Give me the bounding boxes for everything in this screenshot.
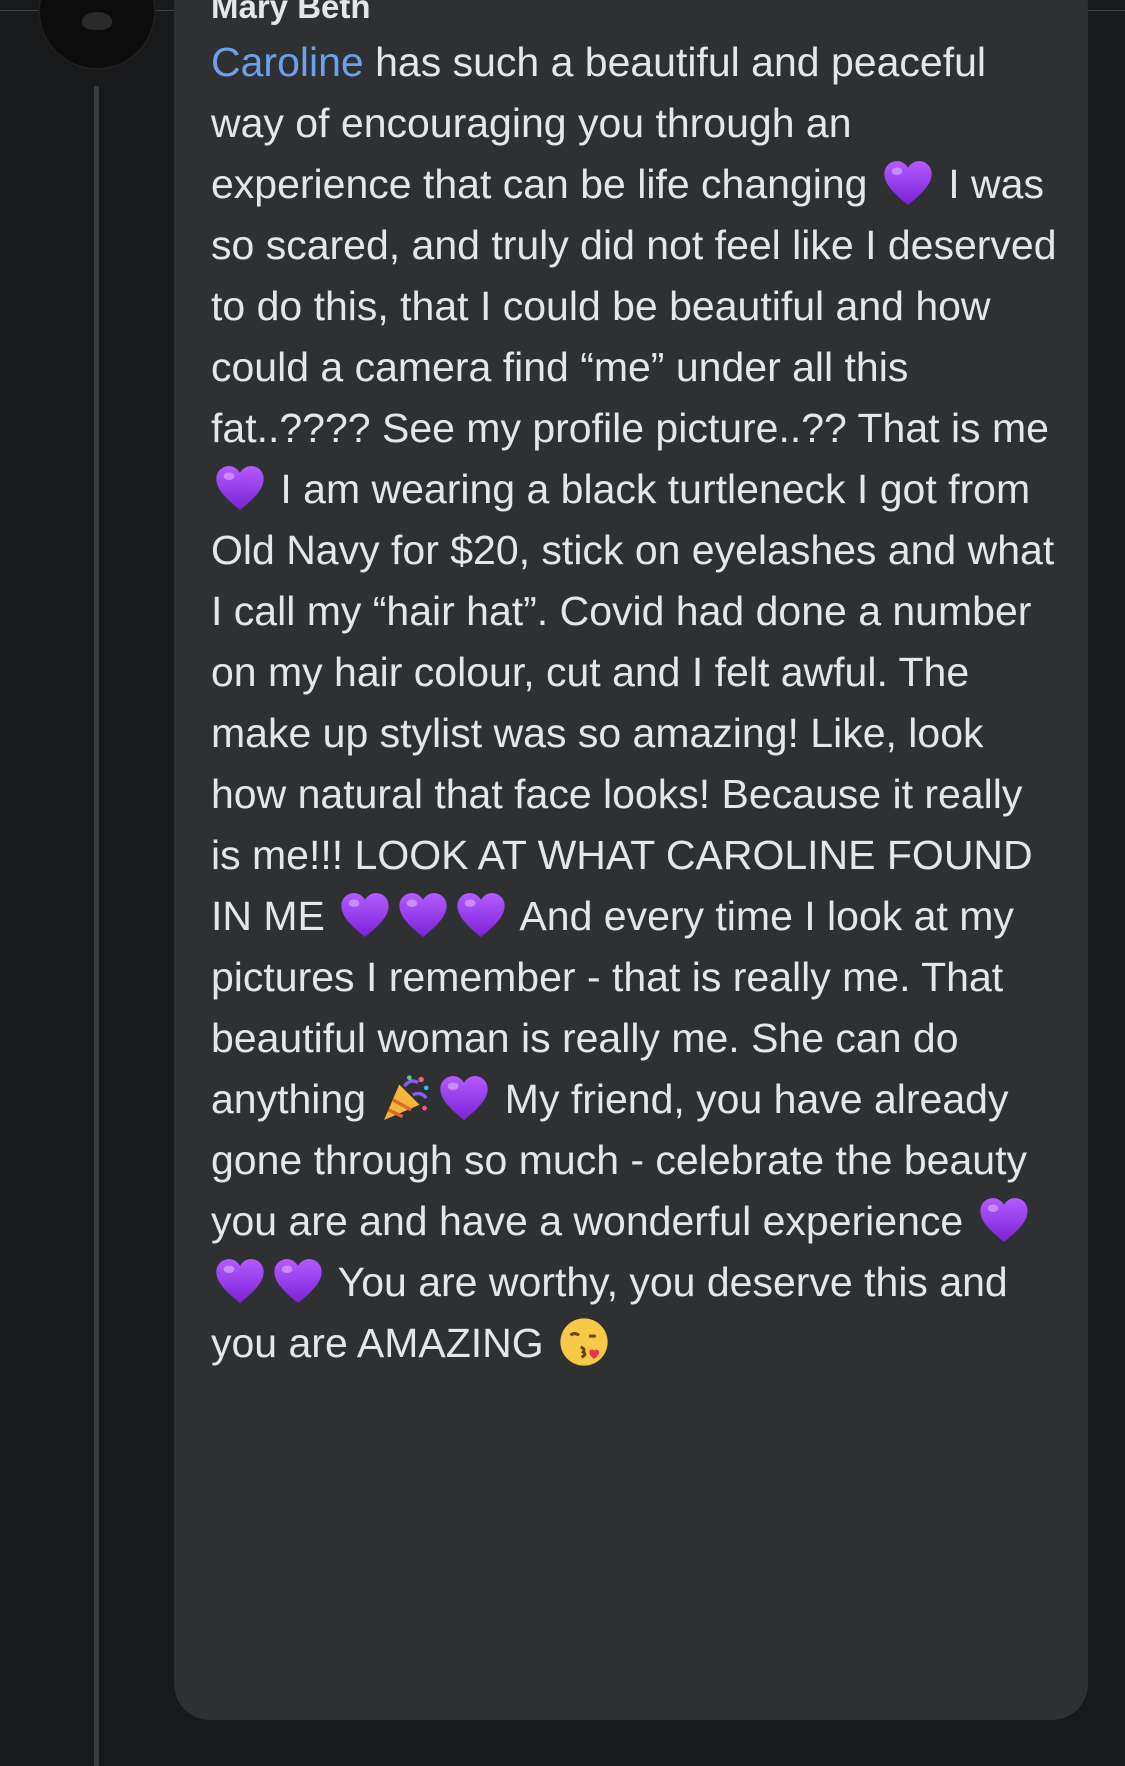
- purple-heart-icon: [338, 888, 392, 942]
- comment-author[interactable]: Mary Beth: [211, 0, 371, 26]
- purple-heart-icon: [271, 1254, 325, 1308]
- purple-heart-icon: [977, 1193, 1031, 1247]
- avatar[interactable]: [38, 0, 156, 70]
- comment-segment: I am wearing a black turtleneck I got fr…: [211, 466, 1055, 939]
- comment-text: Caroline has such a beautiful and peacef…: [211, 32, 1061, 1374]
- purple-heart-icon: [881, 156, 935, 210]
- purple-heart-icon: [454, 888, 508, 942]
- face-blowing-kiss-icon: [557, 1315, 611, 1369]
- purple-heart-icon: [437, 1071, 491, 1125]
- purple-heart-icon: [213, 461, 267, 515]
- purple-heart-icon: [396, 888, 450, 942]
- mention-link[interactable]: Caroline: [211, 39, 364, 85]
- party-popper-icon: [379, 1071, 433, 1125]
- thread-line: [94, 86, 99, 1766]
- purple-heart-icon: [213, 1254, 267, 1308]
